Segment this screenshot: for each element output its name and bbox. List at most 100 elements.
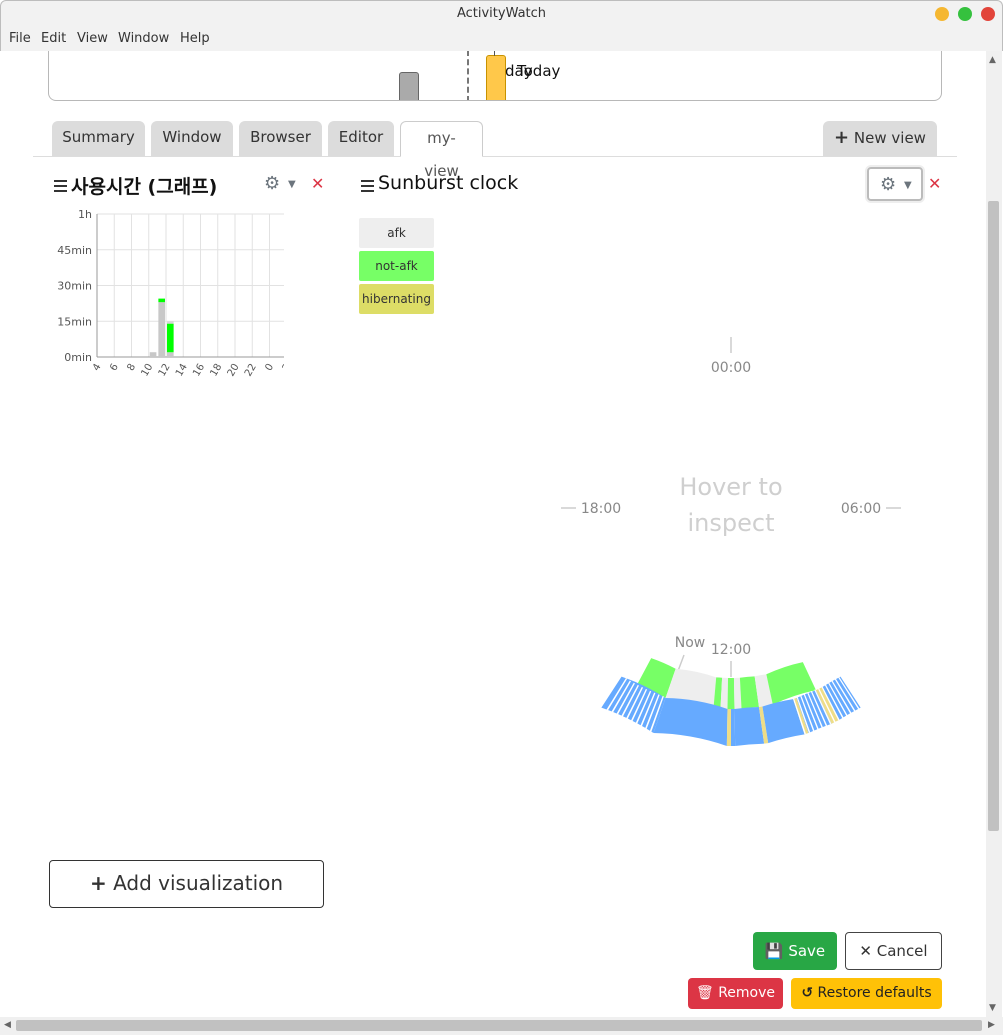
scroll-up-arrow[interactable]: ▲	[989, 55, 996, 65]
legend-hibernating: hibernating	[359, 284, 434, 314]
timeline-divider	[467, 51, 469, 100]
remove-button[interactable]: 🗑 Remove	[688, 978, 783, 1009]
remove-label: Remove	[718, 985, 776, 1001]
bar-afk	[158, 302, 165, 357]
minimize-button[interactable]	[935, 7, 949, 21]
save-button[interactable]: 💾 Save	[753, 932, 837, 970]
gear-icon[interactable]: ⚙	[264, 173, 280, 194]
y-tick-label: 15min	[57, 315, 92, 328]
x-tick-label: 16	[191, 362, 207, 379]
x-tick-label: 2	[281, 362, 284, 373]
x-tick-label: 4	[91, 362, 104, 373]
chevron-down-icon: ▼	[904, 180, 912, 191]
menu-edit[interactable]: Edit	[41, 31, 66, 46]
hover-hint-line2: inspect	[688, 509, 775, 537]
scroll-right-arrow[interactable]: ▶	[988, 1020, 995, 1030]
close-icon[interactable]: ✕	[311, 174, 324, 193]
legend-afk: afk	[359, 218, 434, 248]
horizontal-scroll-thumb[interactable]	[16, 1020, 982, 1031]
x-tick-label: 8	[125, 362, 138, 373]
label-0600: 06:00	[841, 501, 881, 517]
x-tick-label: 6	[108, 362, 121, 373]
sunburst-settings-button[interactable]: ⚙ ▼	[867, 167, 923, 201]
x-tick-label: 18	[208, 362, 224, 379]
app-segment[interactable]	[726, 708, 731, 746]
y-tick-label: 0min	[64, 351, 92, 364]
bar-afk	[149, 352, 157, 357]
label-0000: 00:00	[711, 360, 751, 376]
tab-my-view[interactable]: my-view	[400, 121, 483, 180]
add-visualization-label: Add visualization	[113, 871, 284, 895]
bar-afk	[167, 352, 174, 357]
app-segment[interactable]	[734, 707, 765, 746]
x-tick-label: 20	[226, 362, 242, 379]
tab-editor[interactable]: Editor	[328, 121, 394, 156]
y-tick-label: 45min	[57, 244, 92, 257]
horizontal-scrollbar[interactable]: ◀ ▶	[0, 1017, 1003, 1035]
restore-defaults-button[interactable]: ↺ Restore defaults	[791, 978, 942, 1009]
new-view-label: New view	[853, 129, 926, 147]
x-tick-label: 10	[139, 362, 155, 379]
menu-view[interactable]: View	[77, 31, 108, 46]
bar-not-afk	[167, 323, 174, 353]
y-tick-label: 30min	[57, 280, 92, 293]
sunburst-clock[interactable]: 00:00 18:00 06:00 Hover to inspect 12:00…	[531, 321, 931, 841]
drag-handle-icon[interactable]	[54, 180, 67, 192]
scroll-left-arrow[interactable]: ◀	[4, 1020, 11, 1030]
window-title: ActivityWatch	[456, 6, 547, 21]
usage-graph-title: 사용시간 (그래프)	[71, 176, 218, 198]
vertical-scroll-thumb[interactable]	[988, 201, 999, 831]
view-tabs: Summary Window Browser Editor my-view + …	[33, 121, 957, 180]
tab-summary[interactable]: Summary	[52, 121, 145, 156]
save-label: Save	[788, 942, 826, 960]
add-visualization-button[interactable]: + Add visualization	[49, 860, 324, 908]
trash-icon: 🗑	[695, 985, 714, 1001]
usage-bar-chart: 1h 45min 30min 15min 0min4 6 8 10 12 14 16 18 20 22 0 2	[57, 208, 284, 379]
main-viewport: day Today Summary Window Browser Editor …	[4, 51, 959, 1017]
vertical-scrollbar[interactable]: ▲ ▼	[986, 51, 1002, 1017]
x-tick-label: 22	[243, 362, 259, 379]
chevron-down-icon[interactable]: ▼	[288, 179, 296, 190]
app-segment[interactable]	[731, 708, 736, 746]
timeline-panel[interactable]: day Today	[48, 51, 942, 101]
undo-icon: ↺	[801, 985, 814, 1001]
activity-segment[interactable]	[727, 677, 735, 709]
gear-icon: ⚙	[880, 174, 897, 195]
new-view-button[interactable]: + New view	[823, 121, 937, 156]
timeline-current-marker	[494, 51, 495, 56]
now-marker	[677, 654, 685, 672]
close-icon[interactable]: ✕	[928, 174, 941, 193]
plus-icon: +	[834, 127, 850, 148]
x-tick-label: 0	[263, 362, 276, 373]
sunburst-title: Sunburst clock	[378, 172, 519, 194]
bar-not-afk	[158, 298, 165, 303]
tab-window[interactable]: Window	[151, 121, 233, 156]
menu-bar: File Edit View Window Help	[0, 27, 1003, 51]
scroll-down-arrow[interactable]: ▼	[989, 1003, 996, 1013]
menu-file[interactable]: File	[9, 31, 31, 46]
plus-icon: +	[89, 871, 107, 895]
legend-not-afk: not-afk	[359, 251, 434, 281]
bar-other	[167, 321, 174, 324]
close-icon: ✕	[859, 942, 872, 960]
floppy-disk-icon: 💾	[764, 942, 784, 960]
timeline-bar-yesterday[interactable]	[399, 72, 419, 100]
cancel-label: Cancel	[876, 942, 928, 960]
menu-window[interactable]: Window	[118, 31, 169, 46]
close-button[interactable]	[981, 7, 995, 21]
tab-browser[interactable]: Browser	[239, 121, 322, 156]
drag-handle-icon[interactable]	[361, 180, 374, 192]
label-1800: 18:00	[581, 501, 621, 517]
window-titlebar: ActivityWatch	[0, 0, 1003, 27]
x-tick-label: 14	[174, 362, 190, 379]
maximize-button[interactable]	[958, 7, 972, 21]
y-tick-label: 1h	[78, 208, 92, 221]
timeline-bar-today[interactable]	[486, 55, 506, 100]
menu-help[interactable]: Help	[180, 31, 210, 46]
cancel-button[interactable]: ✕ Cancel	[845, 932, 942, 970]
timeline-label-today: Today	[517, 62, 561, 80]
hover-hint-line1: Hover to	[679, 473, 782, 501]
x-tick-label: 12	[157, 362, 173, 379]
label-1200: 12:00	[711, 642, 751, 658]
restore-defaults-label: Restore defaults	[817, 985, 932, 1001]
